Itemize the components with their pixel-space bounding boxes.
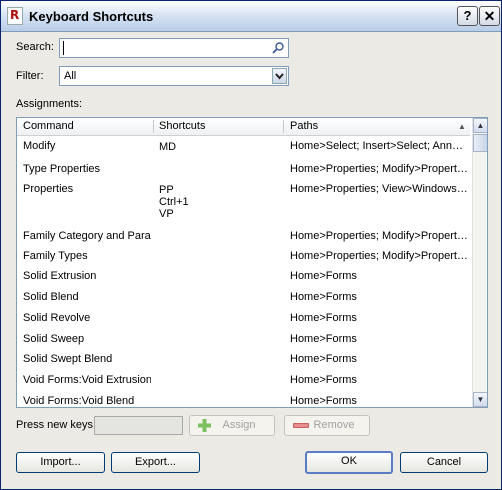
scroll-down-icon[interactable]: ▼: [473, 392, 487, 407]
cell-command: Void Forms:Void Extrusion: [23, 374, 151, 386]
assign-button[interactable]: Assign: [189, 415, 275, 436]
cell-path: Home>Properties; View>Windows;...: [290, 183, 468, 195]
export-button[interactable]: Export...: [111, 452, 200, 473]
cell-command: Void Forms:Void Blend: [23, 395, 135, 407]
dropdown-button[interactable]: [272, 68, 287, 84]
cell-shortcut: Ctrl+1: [159, 196, 189, 208]
search-icon[interactable]: [271, 41, 285, 55]
sort-arrow-icon: ▲: [458, 122, 466, 131]
cell-command: Solid Revolve: [23, 312, 91, 324]
column-header-shortcuts[interactable]: Shortcuts: [159, 120, 205, 132]
cell-command: Type Properties: [23, 163, 101, 175]
column-header-command[interactable]: Command: [23, 120, 74, 132]
column-divider[interactable]: [283, 120, 284, 133]
column-divider[interactable]: [153, 120, 154, 133]
cell-command: Solid Sweep: [23, 333, 85, 345]
cell-path: Home>Forms: [290, 395, 357, 407]
window-title: Keyboard Shortcuts: [29, 9, 154, 24]
cell-command: Family Types: [23, 250, 88, 262]
import-button[interactable]: Import...: [16, 452, 105, 473]
chevron-down-icon: [275, 73, 284, 80]
keyboard-shortcuts-dialog: R Keyboard Shortcuts ? ✕ Search: Filter:…: [0, 0, 502, 490]
title-bar[interactable]: R Keyboard Shortcuts ? ✕: [1, 1, 501, 32]
close-button[interactable]: ✕: [479, 6, 500, 26]
cell-command: Properties: [23, 183, 74, 195]
cell-path: Home>Select; Insert>Select; Annot...: [290, 140, 468, 152]
cancel-button[interactable]: Cancel: [400, 452, 488, 473]
cell-command: Solid Extrusion: [23, 270, 97, 282]
scroll-up-icon[interactable]: ▲: [473, 118, 487, 133]
new-keys-input: [94, 416, 183, 435]
cell-shortcut: VP: [159, 208, 174, 220]
minus-icon: [293, 423, 309, 428]
remove-button[interactable]: Remove: [284, 415, 370, 436]
cell-command: Modify: [23, 140, 56, 152]
cell-path: Home>Properties; Modify>Properties: [290, 230, 468, 242]
cell-path: Home>Forms: [290, 353, 357, 365]
help-button[interactable]: ?: [457, 6, 478, 26]
filter-select[interactable]: All: [59, 66, 289, 86]
assignments-list[interactable]: Command Shortcuts Paths ▲ Modify MD Home…: [16, 117, 488, 408]
text-caret: [63, 41, 64, 55]
cell-path: Home>Forms: [290, 291, 357, 303]
cell-path: Home>Forms: [290, 270, 357, 282]
cell-path: Home>Forms: [290, 374, 357, 386]
filter-label: Filter:: [16, 70, 44, 82]
ok-button[interactable]: OK: [305, 451, 393, 474]
cell-shortcut: MD: [159, 141, 177, 153]
search-input[interactable]: [59, 38, 289, 58]
cell-shortcut: PP: [159, 184, 174, 196]
column-header-paths[interactable]: Paths: [290, 120, 318, 132]
assign-label: Assign: [222, 419, 256, 431]
search-label: Search:: [16, 41, 54, 53]
press-new-keys-label: Press new keys:: [16, 419, 97, 431]
cell-path: Home>Properties; Modify>Properties: [290, 163, 468, 175]
vertical-scrollbar[interactable]: ▲ ▼: [472, 118, 487, 407]
plus-icon: [198, 419, 211, 432]
cell-command: Solid Blend: [23, 291, 79, 303]
cell-command: Family Category and Para...: [23, 230, 151, 242]
scroll-thumb[interactable]: [473, 134, 487, 152]
assignments-label: Assignments:: [16, 98, 83, 110]
list-header: Command Shortcuts Paths ▲: [17, 118, 470, 136]
app-logo-icon: R: [7, 7, 23, 25]
cell-path: Home>Forms: [290, 312, 357, 324]
cell-path: Home>Forms: [290, 333, 357, 345]
cell-command: Solid Swept Blend: [23, 353, 113, 365]
filter-value: All: [64, 70, 77, 82]
cell-path: Home>Properties; Modify>Properties: [290, 250, 468, 262]
